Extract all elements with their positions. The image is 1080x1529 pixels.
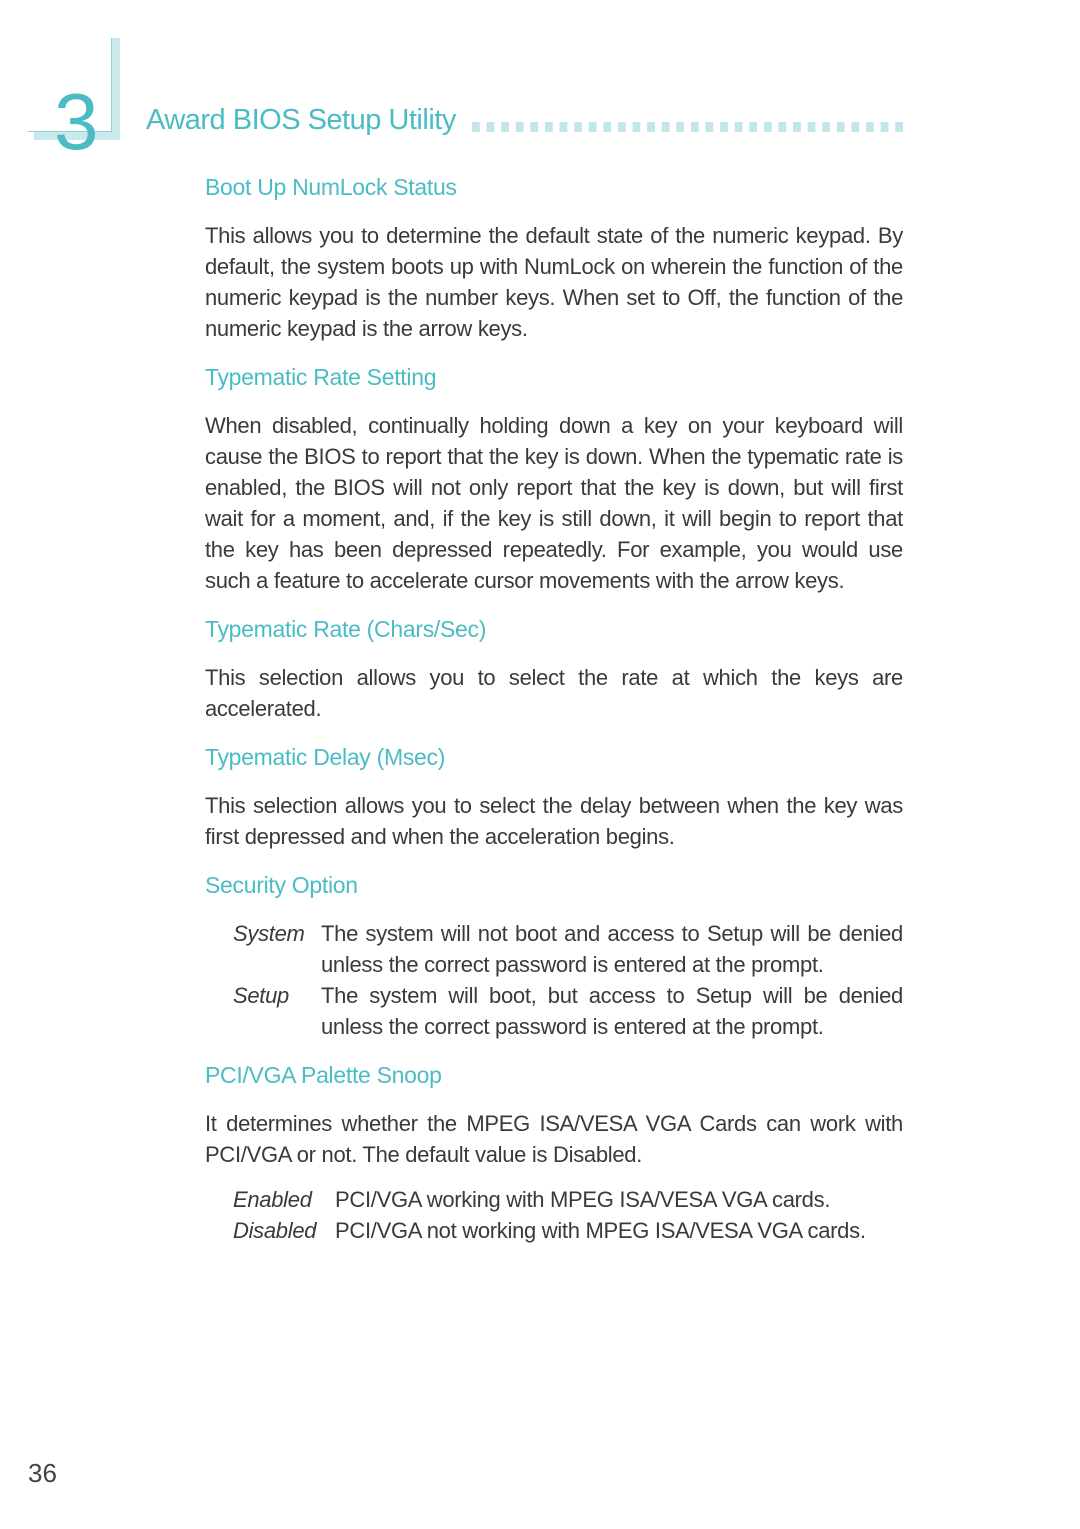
chapter-number: 3 (54, 77, 99, 166)
option-item: Disabled PCI/VGA not working with MPEG I… (233, 1215, 903, 1246)
option-key: System (233, 921, 305, 946)
option-list: System The system will not boot and acce… (233, 918, 903, 1042)
option-item: System The system will not boot and acce… (233, 918, 903, 980)
chapter-marker: 3 (28, 38, 120, 166)
section-body: When disabled, continually holding down … (205, 413, 903, 593)
section-typematic-rate: Typematic Rate (Chars/Sec) This selectio… (205, 610, 903, 724)
section-heading: PCI/VGA Palette Snoop (205, 1062, 442, 1088)
section-heading: Security Option (205, 872, 358, 898)
section-body: This selection allows you to select the … (205, 665, 903, 721)
chapter-marker-line-vertical (111, 38, 112, 132)
section-typematic-rate-setting: Typematic Rate Setting When disabled, co… (205, 358, 903, 596)
page-content: Boot Up NumLock Status This allows you t… (205, 168, 903, 1260)
option-desc: PCI/VGA working with MPEG ISA/VESA VGA c… (335, 1187, 831, 1212)
section-heading: Boot Up NumLock Status (205, 174, 457, 200)
chapter-marker-shadow-vertical (112, 38, 120, 140)
option-desc: The system will not boot and access to S… (321, 921, 903, 977)
option-item: Enabled PCI/VGA working with MPEG ISA/VE… (233, 1184, 903, 1215)
section-heading: Typematic Rate (Chars/Sec) (205, 616, 487, 642)
option-desc: PCI/VGA not working with MPEG ISA/VESA V… (335, 1218, 866, 1243)
section-numlock: Boot Up NumLock Status This allows you t… (205, 168, 903, 344)
option-item: Setup The system will boot, but access t… (233, 980, 903, 1042)
option-key: Setup (233, 983, 289, 1008)
option-key: Enabled (233, 1187, 312, 1212)
chapter-title: Award BIOS Setup Utility (146, 104, 456, 136)
section-body: This allows you to determine the default… (205, 223, 903, 341)
option-list: Enabled PCI/VGA working with MPEG ISA/VE… (233, 1184, 903, 1246)
section-heading: Typematic Delay (Msec) (205, 744, 446, 770)
option-key: Disabled (233, 1218, 317, 1243)
page-number: 36 (28, 1458, 57, 1488)
section-pci-vga-palette-snoop: PCI/VGA Palette Snoop It determines whet… (205, 1056, 903, 1246)
section-typematic-delay: Typematic Delay (Msec) This selection al… (205, 738, 903, 852)
section-security-option: Security Option System The system will n… (205, 866, 903, 1042)
section-heading: Typematic Rate Setting (205, 364, 437, 390)
title-dot-rule (472, 122, 904, 132)
section-body: This selection allows you to select the … (205, 793, 903, 849)
option-desc: The system will boot, but access to Setu… (321, 983, 903, 1039)
section-body: It determines whether the MPEG ISA/VESA … (205, 1111, 903, 1167)
